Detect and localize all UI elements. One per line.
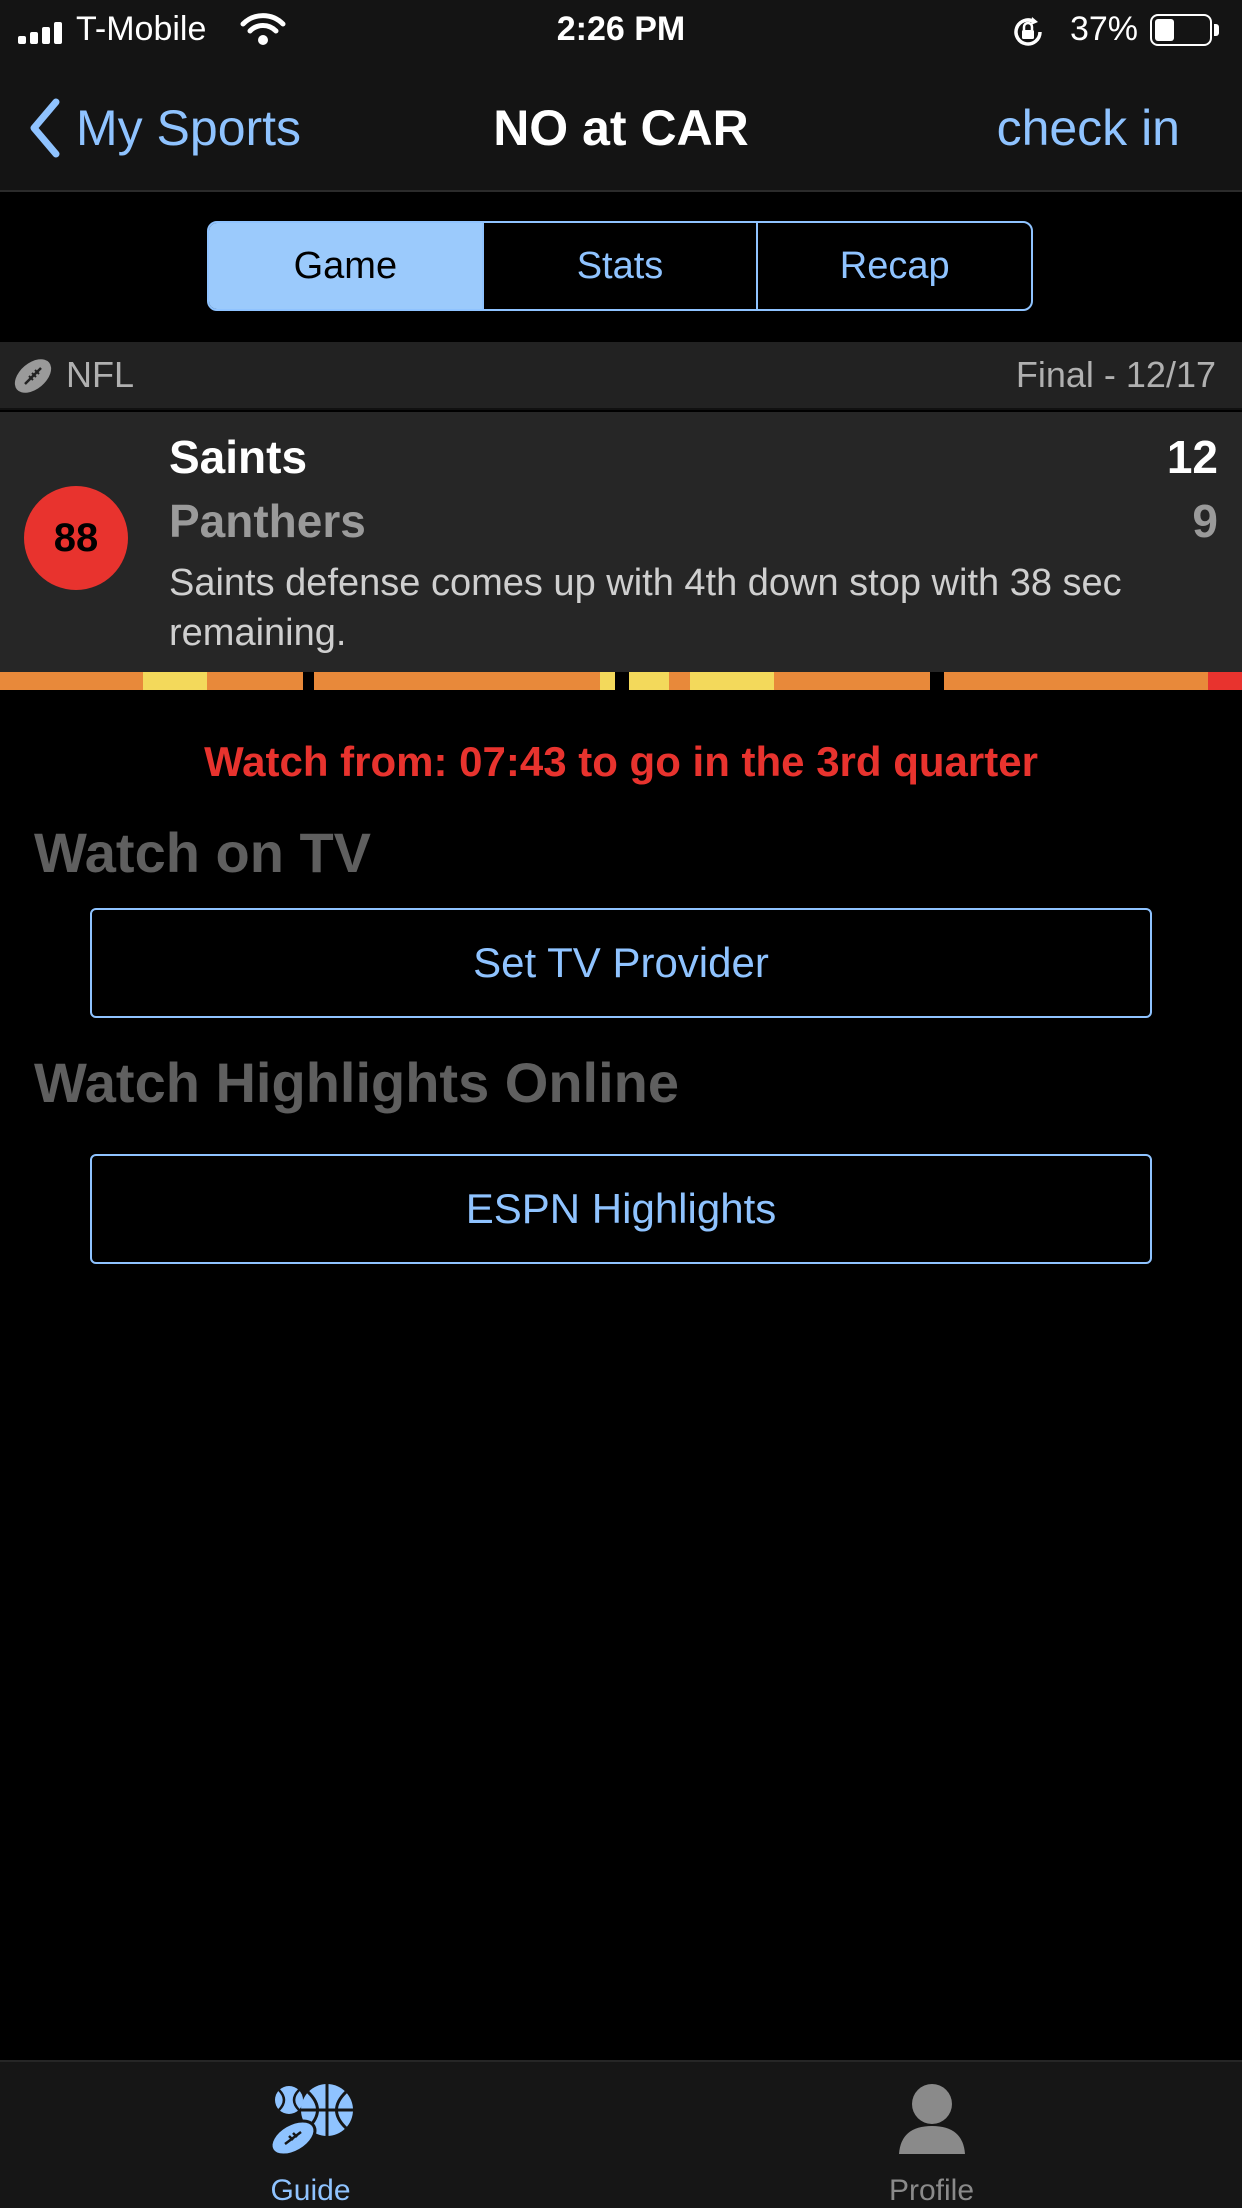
sports-balls-icon <box>269 2084 353 2157</box>
game-summary: Saints defense comes up with 4th down st… <box>169 562 1122 654</box>
heat-segment <box>314 672 600 690</box>
team2-name: Panthers <box>169 495 366 547</box>
heat-segment <box>629 672 669 690</box>
tab-guide-label: Guide <box>270 2174 351 2207</box>
tab-game[interactable]: Game <box>209 223 484 309</box>
rating-badge: 88 <box>24 486 128 590</box>
tab-profile[interactable]: Profile <box>621 2062 1242 2208</box>
heat-segment <box>690 672 774 690</box>
football-icon <box>14 359 52 393</box>
person-icon <box>898 2084 965 2154</box>
team1-score: 12 <box>1166 431 1218 483</box>
tab-profile-label: Profile <box>888 2174 975 2207</box>
heat-segment <box>600 672 615 690</box>
clock: 2:26 PM <box>556 10 686 48</box>
battery-percent: 37% <box>1069 10 1138 48</box>
battery-icon <box>1150 14 1220 46</box>
espn-highlights-button[interactable]: ESPN Highlights <box>90 1154 1152 1264</box>
game-status: Final - 12/17 <box>1015 354 1216 395</box>
tab-guide[interactable]: Guide <box>0 2062 621 2208</box>
heat-segment <box>1208 672 1242 690</box>
tab-recap[interactable]: Recap <box>758 223 1031 309</box>
team1-name: Saints <box>169 431 308 483</box>
league-name: NFL <box>66 354 135 395</box>
heat-segment <box>669 672 690 690</box>
watch-from-text: Watch from: 07:43 to go in the 3rd quart… <box>204 738 1038 785</box>
heat-segment <box>944 672 1208 690</box>
league-header: NFL Final - 12/17 <box>0 342 1242 410</box>
game-card[interactable]: 88 Saints 12 Panthers 9 Saints defense c… <box>0 412 1242 672</box>
heat-segment <box>143 672 207 690</box>
orientation-lock-icon <box>1014 17 1042 46</box>
heat-segment <box>207 672 303 690</box>
team2-score: 9 <box>1192 495 1218 547</box>
segmented-control: Game Stats Recap <box>207 221 1033 311</box>
tab-bar: Guide Profile <box>0 2060 1242 2208</box>
navigation-bar: My Sports NO at CAR check in <box>0 64 1242 192</box>
heat-segment <box>0 672 143 690</box>
excitement-bar <box>0 672 1242 690</box>
heat-segment <box>774 672 930 690</box>
watch-on-tv-heading: Watch on TV <box>34 821 372 884</box>
set-tv-provider-button[interactable]: Set TV Provider <box>90 908 1152 1018</box>
status-bar: T-Mobile 2:26 PM 37% <box>0 0 1242 64</box>
watch-highlights-heading: Watch Highlights Online <box>34 1051 680 1114</box>
check-in-button[interactable]: check in <box>997 96 1180 160</box>
tab-stats[interactable]: Stats <box>484 223 759 309</box>
